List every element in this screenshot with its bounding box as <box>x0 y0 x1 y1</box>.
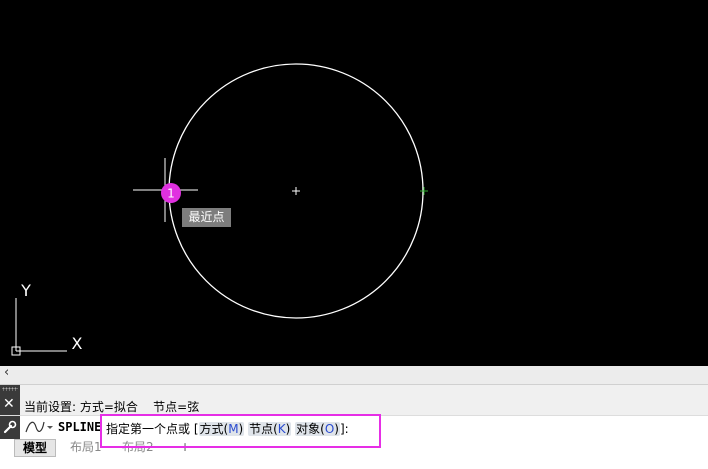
ucs-icon <box>11 298 67 356</box>
spline-icon <box>25 421 45 433</box>
command-history: ✕ 当前设置: 方式=拟合 节点=弦 <box>0 385 708 415</box>
wrench-icon <box>3 420 17 434</box>
palette-grip[interactable]: ✕ <box>0 385 20 415</box>
prompt-highlight-box <box>100 414 381 448</box>
chevron-down-icon <box>47 426 53 429</box>
history-line: 当前设置: 方式=拟合 节点=弦 <box>24 400 200 414</box>
history-scrollbar[interactable]: ‹ <box>0 365 708 385</box>
ucs-x-label: X <box>72 334 83 353</box>
drawing-svg: 1 Y X <box>11 63 428 356</box>
command-name: SPLINE <box>58 420 102 434</box>
scroll-left-icon[interactable]: ‹ <box>4 365 9 380</box>
tab-model[interactable]: 模型 <box>14 439 57 457</box>
recent-commands-button[interactable] <box>24 419 54 435</box>
osnap-tooltip: 最近点 <box>182 208 231 227</box>
grip-dots-icon <box>2 387 18 391</box>
snap-marker-label: 1 <box>167 187 175 201</box>
close-icon[interactable]: ✕ <box>3 397 15 411</box>
customize-button[interactable] <box>0 416 20 439</box>
drawing-canvas[interactable]: 1 Y X 最近点 <box>0 0 708 366</box>
ucs-y-label: Y <box>20 281 31 300</box>
